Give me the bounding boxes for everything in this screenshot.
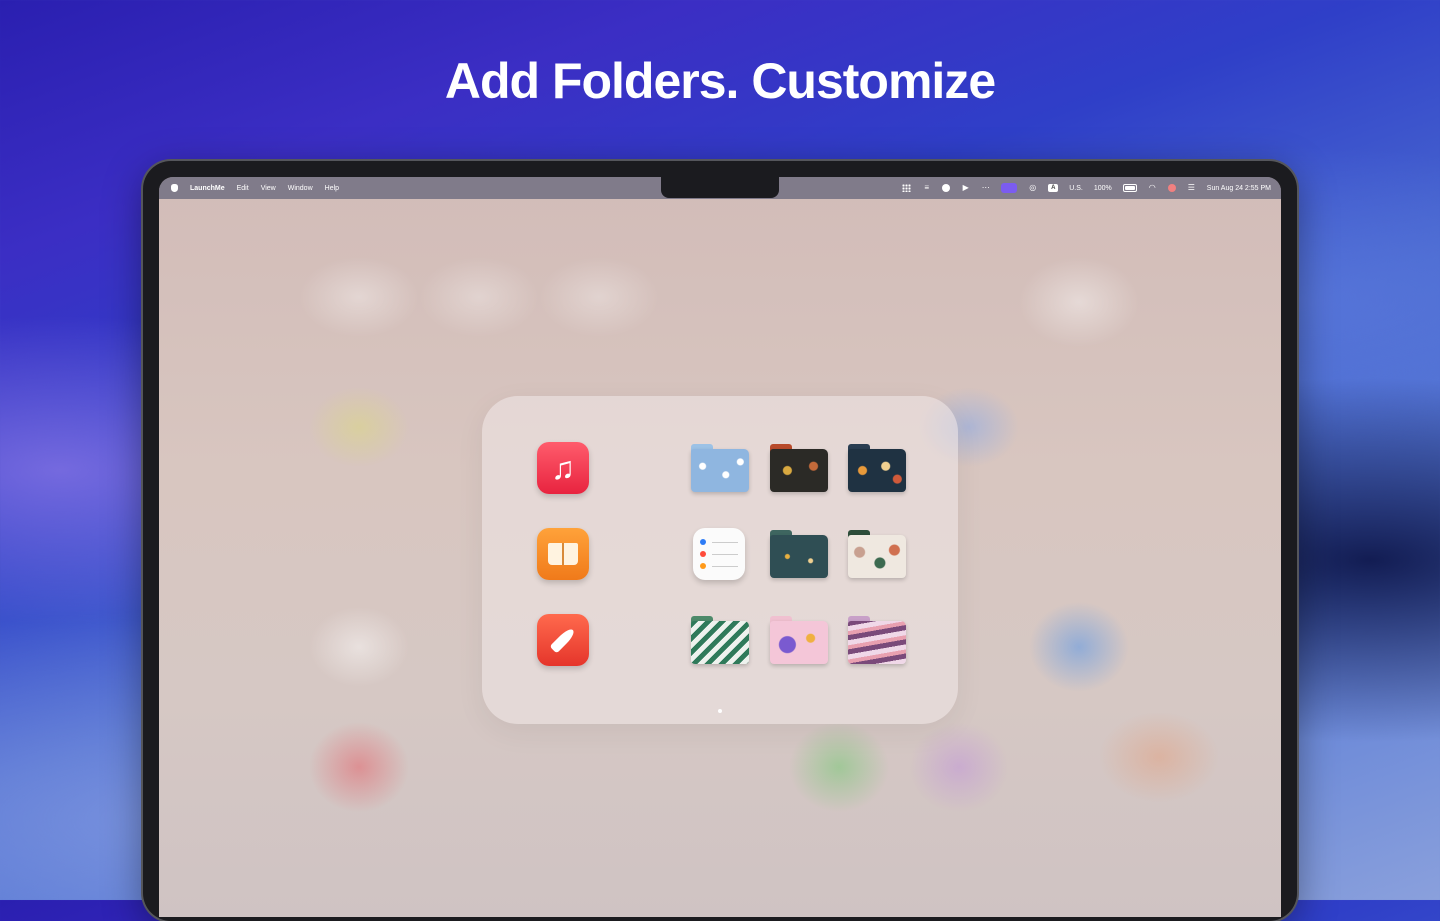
folder-terrazzo-cream[interactable] xyxy=(848,530,906,578)
folder-purple-waves[interactable] xyxy=(848,616,906,664)
laptop-frame: LaunchMe Edit View Window Help ≡ ▶ ⋯ ◎ A… xyxy=(143,161,1297,921)
menu-help[interactable]: Help xyxy=(325,185,339,192)
folder-green-forest[interactable] xyxy=(691,616,749,664)
menu-window[interactable]: Window xyxy=(288,185,313,192)
wifi-icon[interactable]: ◠ xyxy=(1148,184,1157,192)
input-source[interactable]: U.S. xyxy=(1069,185,1083,192)
menu-view[interactable]: View xyxy=(261,185,276,192)
book-icon xyxy=(548,543,578,565)
apple-icon[interactable] xyxy=(171,184,178,192)
list-icon[interactable]: ≡ xyxy=(922,184,931,192)
folder-navy-floral[interactable] xyxy=(848,444,906,492)
fingerprint-icon[interactable]: ◎ xyxy=(1028,184,1037,192)
folder-pink-abstract[interactable] xyxy=(770,616,828,664)
rocket-app-icon[interactable] xyxy=(537,614,589,666)
screen: LaunchMe Edit View Window Help ≡ ▶ ⋯ ◎ A… xyxy=(159,177,1281,917)
screens-icon[interactable] xyxy=(1001,183,1018,193)
dots-icon[interactable]: ⋯ xyxy=(981,184,990,192)
books-app-icon[interactable] xyxy=(537,528,589,580)
input-badge-icon[interactable]: A xyxy=(1048,184,1059,192)
menu-app-name[interactable]: LaunchMe xyxy=(190,185,225,192)
telegram-icon[interactable] xyxy=(942,184,951,192)
reminders-app-icon[interactable] xyxy=(693,528,745,580)
folder-dark-floral-red[interactable] xyxy=(770,444,828,492)
folder-cherry-blossom[interactable] xyxy=(691,444,749,492)
camera-notch xyxy=(661,177,779,198)
battery-icon[interactable] xyxy=(1122,184,1137,192)
page-indicator-dot[interactable] xyxy=(718,709,722,713)
folder-night-stars-teal[interactable] xyxy=(770,530,828,578)
control-center-icon[interactable]: ☰ xyxy=(1187,184,1196,192)
menu-edit[interactable]: Edit xyxy=(237,185,249,192)
grid-icon[interactable] xyxy=(902,184,912,192)
music-app-icon[interactable]: ♫ xyxy=(537,442,589,494)
play-circle-icon[interactable]: ▶ xyxy=(961,184,970,192)
color-circle-icon[interactable] xyxy=(1167,184,1176,192)
headline: Add Folders. Customize xyxy=(444,53,996,109)
folder-panel: ♫ xyxy=(482,396,958,724)
rocket-icon xyxy=(549,626,577,654)
battery-percent: 100% xyxy=(1093,184,1112,192)
datetime[interactable]: Sun Aug 24 2:55 PM xyxy=(1207,185,1271,192)
